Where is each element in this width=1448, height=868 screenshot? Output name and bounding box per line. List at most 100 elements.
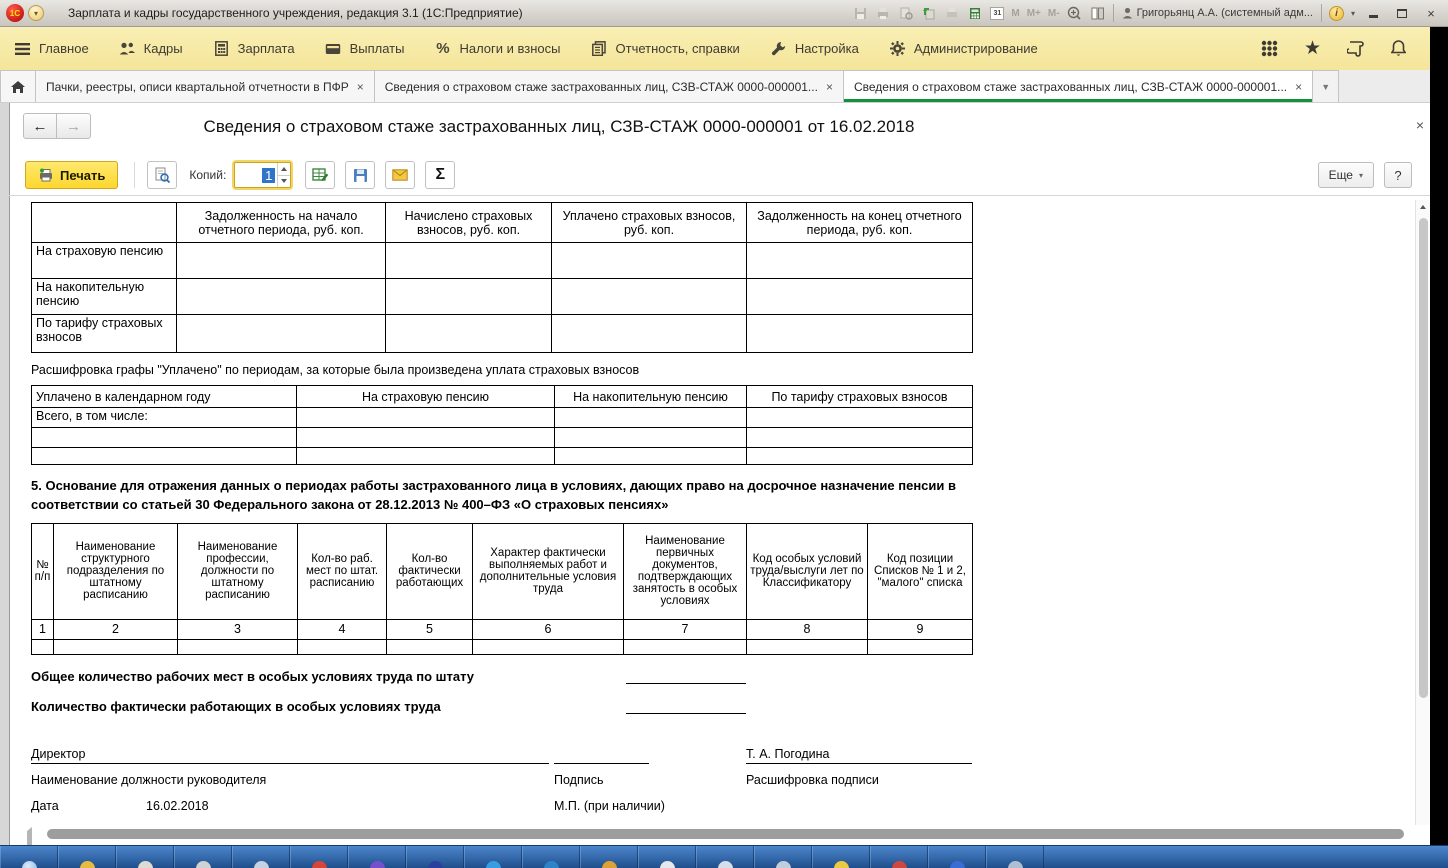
envelope-icon	[392, 169, 408, 181]
help-button[interactable]: ?	[1384, 162, 1412, 188]
system-menu-icon[interactable]: ▾	[28, 5, 44, 21]
preview-icon	[154, 167, 170, 183]
calculator-icon	[213, 40, 230, 57]
more-button[interactable]: Еще ▾	[1318, 162, 1374, 188]
table-cell	[32, 428, 297, 448]
taskbar-app-icon[interactable]	[116, 845, 174, 868]
taskbar-app-icon[interactable]	[754, 845, 812, 868]
taskbar-app-icon[interactable]	[232, 845, 290, 868]
table-cell	[473, 639, 624, 654]
taskbar-app-icon[interactable]	[928, 845, 986, 868]
tab-home[interactable]	[0, 70, 36, 102]
close-form-icon[interactable]: ×	[1416, 117, 1424, 133]
calendar-icon[interactable]: 31	[990, 7, 1004, 20]
taskbar-app-icon[interactable]	[290, 845, 348, 868]
table-header-cell: На страховую пенсию	[297, 386, 555, 408]
zoom-icon[interactable]	[1067, 6, 1083, 20]
taskbar-app-icon[interactable]	[348, 845, 406, 868]
menu-label: Настройка	[795, 41, 859, 56]
info-icon[interactable]: i	[1329, 6, 1344, 21]
calculator-icon[interactable]	[967, 6, 983, 20]
vertical-scroll-thumb[interactable]	[1419, 218, 1428, 698]
tab-label: Сведения о страховом стаже застрахованны…	[385, 80, 818, 94]
split-view-icon[interactable]	[1090, 6, 1106, 20]
close-window-button[interactable]: ×	[1420, 5, 1442, 21]
copies-value[interactable]: 1	[235, 163, 277, 187]
copies-up-icon[interactable]	[278, 163, 290, 175]
scroll-up-icon[interactable]	[1416, 200, 1430, 214]
taskbar-app-icon[interactable]	[638, 845, 696, 868]
tab-szv-1[interactable]: Сведения о страховом стаже застрахованны…	[375, 70, 844, 102]
save-button[interactable]	[345, 161, 375, 189]
horizontal-scrollbar[interactable]	[21, 827, 1408, 842]
info-caret-icon[interactable]: ▾	[1351, 9, 1355, 18]
toolbar-separator	[134, 162, 135, 188]
history-icon[interactable]	[1346, 39, 1365, 58]
menu-item-taxes[interactable]: % Налоги и взносы	[434, 40, 560, 57]
menu-label: Зарплата	[238, 41, 295, 56]
total-actual-label: Количество фактически работающих в особы…	[31, 699, 441, 714]
taskbar-app-icon[interactable]	[696, 845, 754, 868]
table-header-cell: Наименование первичных документов, подтв…	[624, 523, 747, 619]
menu-item-hr[interactable]: Кадры	[119, 40, 183, 57]
tab-close-icon[interactable]: ×	[1295, 80, 1302, 94]
save-icon[interactable]	[852, 6, 868, 20]
taskbar-app-icon[interactable]	[522, 845, 580, 868]
table-header-cell: По тарифу страховых взносов	[747, 386, 973, 408]
hamburger-icon	[14, 40, 31, 57]
preview-icon[interactable]	[898, 6, 914, 20]
tab-packs-registers[interactable]: Пачки, реестры, описи квартальной отчетн…	[36, 70, 375, 102]
taskbar-app-icon[interactable]	[580, 845, 638, 868]
preview-button[interactable]	[147, 161, 177, 189]
column-number-cell: 3	[178, 619, 298, 639]
notifications-bell-icon[interactable]	[1389, 39, 1408, 58]
copies-stepper[interactable]: 1	[234, 162, 291, 188]
tab-szv-2-active[interactable]: Сведения о страховом стаже застрахованны…	[844, 70, 1313, 102]
taskbar-app-icon[interactable]	[464, 845, 522, 868]
apps-grid-icon[interactable]	[1260, 39, 1279, 58]
tab-close-icon[interactable]: ×	[357, 80, 364, 94]
menu-item-settings[interactable]: Настройка	[770, 40, 859, 57]
load-file-icon[interactable]	[921, 6, 937, 20]
taskbar-app-icon[interactable]	[58, 845, 116, 868]
taskbar-app-icon[interactable]	[406, 845, 464, 868]
form-window: ← → Сведения о страховом стаже застрахов…	[0, 103, 1448, 845]
early-pension-table: № п/п Наименование структурного подразде…	[31, 523, 973, 655]
print-settings-icon[interactable]	[944, 6, 960, 20]
taskbar-app-icon[interactable]	[870, 845, 928, 868]
app-logo-icon: 1С	[6, 4, 24, 22]
menu-item-reports[interactable]: Отчетность, справки	[591, 40, 740, 57]
maximize-button[interactable]	[1391, 5, 1413, 21]
spreadsheet-document[interactable]: Задолженность на начало отчетного период…	[9, 195, 1448, 843]
sum-button[interactable]: Σ	[425, 161, 455, 189]
menu-item-salary[interactable]: Зарплата	[213, 40, 295, 57]
edit-table-button[interactable]	[305, 161, 335, 189]
print-icon[interactable]	[875, 6, 891, 20]
menu-item-payments[interactable]: Выплаты	[325, 40, 405, 57]
start-button[interactable]	[0, 845, 58, 868]
table-cell	[297, 428, 555, 448]
copies-down-icon[interactable]	[278, 175, 290, 188]
taskbar-app-icon[interactable]	[174, 845, 232, 868]
totals-block: Общее количество рабочих мест в особых у…	[31, 667, 972, 731]
menu-item-main[interactable]: Главное	[14, 40, 89, 57]
send-email-button[interactable]	[385, 161, 415, 189]
percent-icon: %	[434, 40, 451, 57]
memory-mplus-icon[interactable]: M+	[1027, 8, 1041, 19]
tab-list-dropdown[interactable]: ▼	[1313, 70, 1339, 102]
current-user[interactable]: Григорьянц А.А. (системный адм...	[1113, 4, 1322, 22]
print-button[interactable]: Печать	[25, 161, 118, 189]
table-row-label: Всего, в том числе:	[32, 408, 297, 428]
tab-close-icon[interactable]: ×	[826, 80, 833, 94]
menu-item-administration[interactable]: Администрирование	[889, 40, 1038, 57]
vertical-scrollbar[interactable]	[1415, 200, 1430, 825]
forward-button[interactable]: →	[57, 113, 91, 139]
taskbar-app-icon[interactable]	[812, 845, 870, 868]
favorites-star-icon[interactable]: ★	[1303, 39, 1322, 58]
memory-mminus-icon[interactable]: M-	[1048, 8, 1060, 19]
horizontal-scroll-thumb[interactable]	[47, 829, 1404, 839]
taskbar-app-icon[interactable]	[986, 845, 1044, 868]
memory-m-icon[interactable]: M	[1011, 8, 1019, 19]
back-button[interactable]: ←	[23, 113, 57, 139]
minimize-button[interactable]	[1362, 5, 1384, 21]
